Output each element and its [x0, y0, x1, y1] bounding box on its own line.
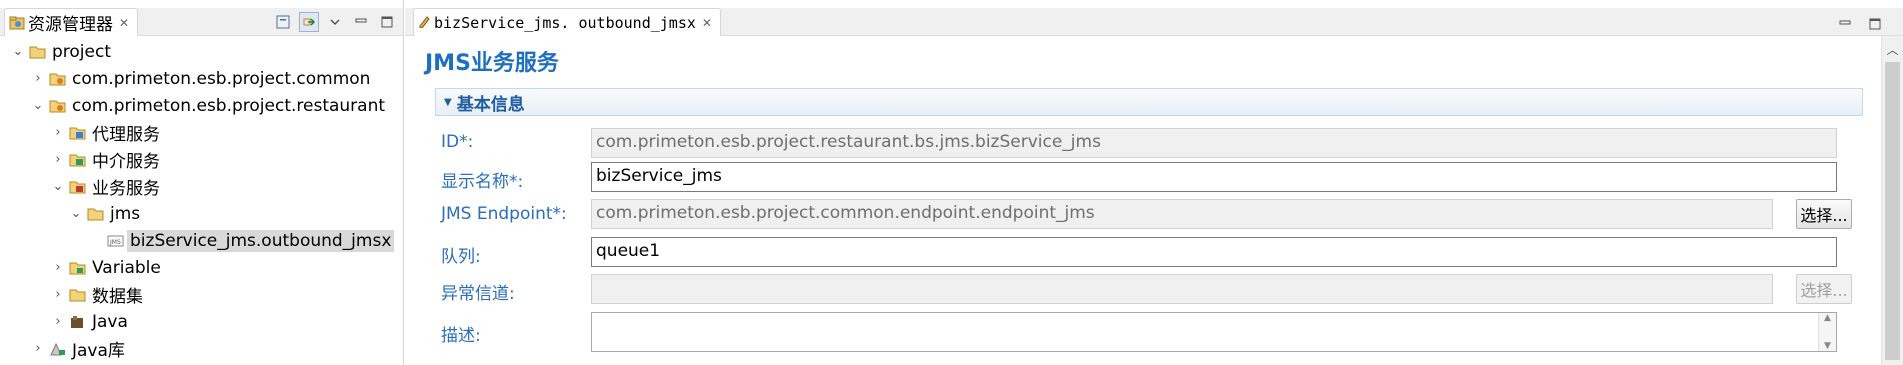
chevron-right-icon[interactable]: › [50, 287, 66, 303]
close-icon[interactable]: ✕ [119, 16, 129, 30]
tree-item-business-services[interactable]: ⌄ 业务服务 [0, 173, 403, 200]
chevron-right-icon[interactable]: › [50, 125, 66, 141]
scroll-down-icon[interactable]: ▼ [1824, 341, 1831, 351]
tree-item-label: com.primeton.esb.project.common [72, 68, 371, 89]
tree-item-java[interactable]: › Java [0, 308, 403, 335]
editor-vertical-scrollbar[interactable]: ︿ [1881, 36, 1903, 365]
scroll-up-icon[interactable]: ︿ [1882, 40, 1903, 58]
variable-folder-icon [68, 260, 86, 276]
id-label: ID*: [441, 132, 474, 152]
scrollbar-thumb[interactable] [1885, 62, 1900, 360]
select-error-channel-button[interactable]: 选择... [1796, 274, 1852, 304]
edit-file-icon [418, 13, 430, 33]
scroll-up-icon[interactable]: ▲ [1824, 313, 1831, 323]
chevron-down-icon[interactable]: ⌄ [68, 206, 84, 222]
package-folder-icon [48, 98, 66, 114]
select-endpoint-button[interactable]: 选择... [1796, 199, 1852, 229]
tree-item-label: jms [110, 203, 141, 224]
queue-label: 队列: [441, 247, 481, 267]
tree-item-jms-folder[interactable]: ⌄ jms [0, 200, 403, 227]
section-title: 基本信息 [456, 94, 525, 115]
explorer-header: 资源管理器 ✕ [0, 8, 403, 36]
tree-item-variable[interactable]: › Variable [0, 254, 403, 281]
jms-file-icon: JMS [106, 233, 124, 249]
editor-window-buttons [1835, 14, 1885, 34]
jms-endpoint-label: JMS Endpoint*: [441, 204, 567, 224]
view-menu-icon[interactable] [325, 12, 345, 32]
tree-item-project[interactable]: ⌄ project [0, 38, 403, 65]
collapse-all-icon[interactable] [273, 12, 293, 32]
tree-item-label: bizService_jms.outbound_jmsx [127, 229, 395, 252]
explorer-tab-title: 资源管理器 [28, 15, 113, 35]
minimize-icon[interactable] [351, 12, 371, 32]
explorer-view-icon [9, 15, 25, 31]
tree-item-label: 数据集 [92, 287, 143, 307]
section-header-basic-info[interactable]: ▼ 基本信息 [435, 88, 1863, 116]
explorer-tab[interactable]: 资源管理器 ✕ [4, 8, 139, 36]
tree-item-label: com.primeton.esb.project.restaurant [72, 95, 386, 116]
svg-text:JMS: JMS [109, 239, 121, 246]
editor-tab[interactable]: bizService_jms. outbound_jmsx ✕ [413, 8, 721, 36]
tree-item-proxy-services[interactable]: › 代理服务 [0, 119, 403, 146]
chevron-right-icon[interactable]: › [50, 314, 66, 330]
chevron-right-icon[interactable]: › [30, 341, 46, 357]
tree-item-label: 中介服务 [92, 152, 160, 172]
tree-item-label: project [52, 41, 112, 62]
chevron-right-icon[interactable]: › [50, 152, 66, 168]
editor-tab-bar: bizService_jms. outbound_jmsx ✕ [405, 8, 1903, 36]
chevron-right-icon[interactable]: › [50, 260, 66, 276]
form-title: JMS业务服务 [425, 51, 559, 76]
folder-icon [86, 206, 104, 222]
description-textarea[interactable]: ▲ ▼ [591, 312, 1837, 352]
tree-item-label: Java库 [72, 341, 125, 361]
tree-item-label: Java [92, 311, 128, 332]
editor-tab-title: bizService_jms. outbound_jmsx [434, 13, 696, 32]
java-library-icon [48, 341, 66, 357]
tree-item-label: 业务服务 [92, 179, 160, 199]
minimize-icon[interactable] [1835, 14, 1855, 34]
tree-item-dataset[interactable]: › 数据集 [0, 281, 403, 308]
folder-icon [28, 44, 46, 60]
maximize-icon[interactable] [377, 12, 397, 32]
error-channel-field[interactable] [591, 274, 1773, 304]
package-folder-icon [48, 71, 66, 87]
editor-area: bizService_jms. outbound_jmsx ✕ JMS业务服务 … [405, 0, 1903, 365]
close-icon[interactable]: ✕ [702, 16, 712, 30]
tree-item-jms-outbound-file[interactable]: JMS bizService_jms.outbound_jmsx [0, 227, 403, 254]
display-name-label: 显示名称*: [441, 172, 524, 192]
resource-explorer-panel: 资源管理器 ✕ ⌄ project › com.primeton.esb.pro… [0, 0, 404, 365]
chevron-down-icon[interactable]: ⌄ [30, 98, 46, 114]
chevron-right-icon[interactable]: › [30, 71, 46, 87]
description-label: 描述: [441, 326, 481, 346]
tree-item-label: 代理服务 [92, 125, 160, 145]
queue-field[interactable]: queue1 [591, 237, 1837, 267]
proxy-service-folder-icon [68, 125, 86, 141]
resource-tree: ⌄ project › com.primeton.esb.project.com… [0, 38, 403, 362]
tree-item-common-project[interactable]: › com.primeton.esb.project.common [0, 65, 403, 92]
explorer-toolbar [273, 12, 397, 32]
textarea-scrollbar[interactable]: ▲ ▼ [1818, 313, 1836, 351]
error-channel-label: 异常信道: [441, 284, 515, 304]
dataset-folder-icon [68, 287, 86, 303]
link-with-editor-icon[interactable] [299, 12, 319, 32]
maximize-icon[interactable] [1865, 14, 1885, 34]
chevron-down-icon[interactable]: ⌄ [50, 179, 66, 195]
biz-service-folder-icon [68, 179, 86, 195]
id-field[interactable]: com.primeton.esb.project.restaurant.bs.j… [591, 128, 1837, 158]
tree-item-label: Variable [92, 257, 161, 278]
chevron-down-icon[interactable]: ⌄ [10, 44, 26, 60]
jms-endpoint-field[interactable]: com.primeton.esb.project.common.endpoint… [591, 199, 1773, 229]
mediation-service-folder-icon [68, 152, 86, 168]
tree-item-mediation-services[interactable]: › 中介服务 [0, 146, 403, 173]
display-name-field[interactable]: bizService_jms [591, 162, 1837, 192]
java-folder-icon [68, 314, 86, 330]
tree-item-restaurant-project[interactable]: ⌄ com.primeton.esb.project.restaurant [0, 92, 403, 119]
tree-item-java-library[interactable]: › Java库 [0, 335, 403, 362]
collapse-triangle-icon[interactable]: ▼ [444, 97, 452, 108]
